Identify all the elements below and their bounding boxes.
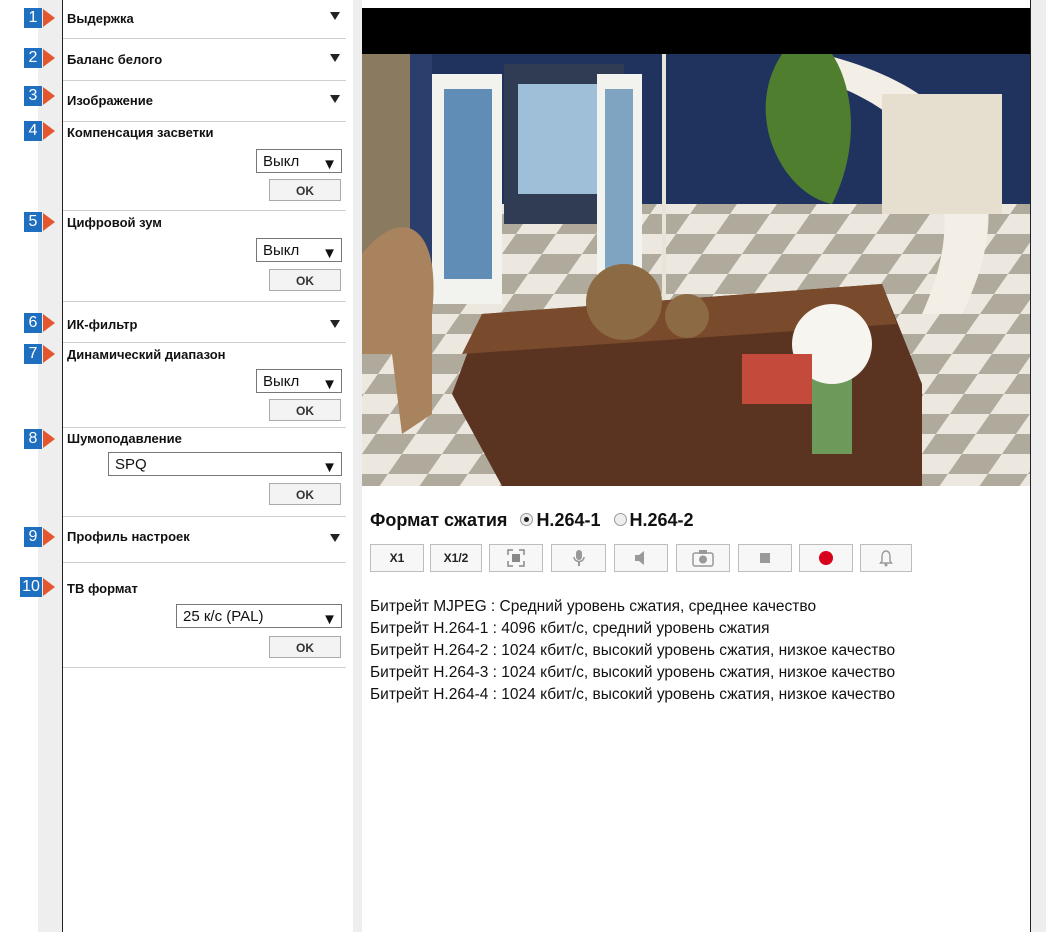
- digital-zoom-select[interactable]: Выкл ▼: [256, 238, 342, 262]
- chevron-down-icon: ▼: [322, 376, 337, 393]
- compression-format-label: Формат сжатия: [370, 510, 508, 530]
- callout-arrow-5: [43, 213, 55, 231]
- section-title-profile: Профиль настроек: [67, 529, 190, 544]
- callout-badge-6: 6: [24, 313, 42, 333]
- speaker-button[interactable]: [614, 544, 668, 572]
- expand-triangle-icon[interactable]: [330, 12, 340, 20]
- section-title-image: Изображение: [67, 93, 153, 108]
- radio-h264-1[interactable]: [520, 512, 534, 526]
- video-top-bar: [362, 8, 1030, 54]
- stop-button[interactable]: [738, 544, 792, 572]
- bitrate-line-h264-3: Битрейт H.264-3 : 1024 кбит/с, высокий у…: [370, 664, 896, 681]
- expand-triangle-icon[interactable]: [330, 320, 340, 328]
- radio-h264-2[interactable]: [613, 512, 627, 526]
- section-white-balance[interactable]: Баланс белого: [63, 39, 346, 81]
- section-title-dynamic-range: Динамический диапазон: [67, 347, 226, 362]
- chevron-down-icon: ▼: [322, 156, 337, 173]
- bitrate-line-mjpeg: Битрейт MJPEG : Средний уровень сжатия, …: [370, 598, 817, 615]
- section-title-noise-reduction: Шумоподавление: [67, 431, 182, 446]
- chevron-down-icon: ▼: [322, 245, 337, 262]
- callout-badge-1: 1: [24, 8, 42, 28]
- microphone-button[interactable]: [551, 544, 606, 572]
- tv-format-select[interactable]: 25 к/с (PAL) ▼: [176, 604, 342, 628]
- section-backlight: Компенсация засветки Выкл ▼ OK: [63, 122, 346, 211]
- section-title-backlight: Компенсация засветки: [67, 125, 214, 140]
- bell-icon: [879, 550, 893, 567]
- section-title-exposure: Выдержка: [67, 11, 134, 26]
- callout-badge-7: 7: [24, 344, 42, 364]
- compression-format-row: Формат сжатия H.264-1 H.264-2: [370, 510, 694, 531]
- chevron-down-icon: ▼: [322, 459, 337, 476]
- noise-reduction-select-value: SPQ: [115, 456, 147, 473]
- callout-badge-10: 10: [20, 577, 42, 597]
- section-profile[interactable]: Профиль настроек: [63, 517, 346, 563]
- alarm-button[interactable]: [860, 544, 912, 572]
- noise-reduction-ok-button[interactable]: OK: [269, 483, 341, 505]
- section-title-tv-format: ТВ формат: [67, 581, 138, 596]
- dynamic-range-ok-button[interactable]: OK: [269, 399, 341, 421]
- digital-zoom-ok-button[interactable]: OK: [269, 269, 341, 291]
- expand-triangle-icon[interactable]: [330, 534, 340, 542]
- dynamic-range-select-value: Выкл: [263, 373, 300, 390]
- live-video-frame: [362, 54, 1030, 486]
- section-ir-filter[interactable]: ИК-фильтр: [63, 302, 346, 343]
- microphone-icon: [572, 550, 585, 566]
- callout-badge-2: 2: [24, 48, 42, 68]
- callout-badge-5: 5: [24, 212, 42, 232]
- callout-arrow-10: [43, 578, 55, 596]
- section-exposure[interactable]: Выдержка: [63, 0, 346, 39]
- callout-arrow-3: [43, 87, 55, 105]
- section-digital-zoom: Цифровой зум Выкл ▼ OK: [63, 211, 346, 302]
- bitrate-line-h264-2: Битрейт H.264-2 : 1024 кбит/с, высокий у…: [370, 642, 896, 659]
- tv-format-select-value: 25 к/с (PAL): [183, 608, 264, 625]
- callout-arrow-8: [43, 430, 55, 448]
- section-image[interactable]: Изображение: [63, 81, 346, 122]
- zoom-x12-button[interactable]: X1/2: [430, 544, 482, 572]
- noise-reduction-select[interactable]: SPQ ▼: [108, 452, 342, 476]
- snapshot-button[interactable]: [676, 544, 730, 572]
- callout-arrow-6: [43, 314, 55, 332]
- dynamic-range-select[interactable]: Выкл ▼: [256, 369, 342, 393]
- expand-triangle-icon[interactable]: [330, 54, 340, 62]
- record-icon: [819, 551, 833, 565]
- fullscreen-button[interactable]: [489, 544, 543, 572]
- tv-format-ok-button[interactable]: OK: [269, 636, 341, 658]
- record-button[interactable]: [799, 544, 853, 572]
- option-h264-1-label[interactable]: H.264-1: [536, 510, 600, 530]
- chevron-down-icon: ▼: [322, 611, 337, 628]
- section-noise-reduction: Шумоподавление SPQ ▼ OK: [63, 428, 346, 517]
- callout-arrow-2: [43, 49, 55, 67]
- callout-arrow-7: [43, 345, 55, 363]
- expand-triangle-icon[interactable]: [330, 95, 340, 103]
- section-title-digital-zoom: Цифровой зум: [67, 215, 162, 230]
- live-video-view[interactable]: [362, 54, 1030, 486]
- callout-badge-3: 3: [24, 86, 42, 106]
- backlight-ok-button[interactable]: OK: [269, 179, 341, 201]
- backlight-select-value: Выкл: [263, 153, 300, 170]
- option-h264-2-label[interactable]: H.264-2: [630, 510, 694, 530]
- gap-shade: [353, 0, 362, 932]
- bitrate-line-h264-4: Битрейт H.264-4 : 1024 кбит/с, высокий у…: [370, 686, 896, 703]
- section-dynamic-range: Динамический диапазон Выкл ▼ OK: [63, 343, 346, 428]
- section-title-white-balance: Баланс белого: [67, 52, 163, 67]
- callout-arrow-9: [43, 528, 55, 546]
- section-title-ir-filter: ИК-фильтр: [67, 317, 138, 332]
- backlight-select[interactable]: Выкл ▼: [256, 149, 342, 173]
- camera-icon: [692, 550, 714, 567]
- right-shade: [1031, 0, 1046, 932]
- callout-badge-8: 8: [24, 429, 42, 449]
- callout-arrow-4: [43, 122, 55, 140]
- callout-badge-9: 9: [24, 527, 42, 547]
- callout-arrow-1: [43, 9, 55, 27]
- stop-icon: [760, 553, 770, 563]
- digital-zoom-select-value: Выкл: [263, 242, 300, 259]
- callout-badge-4: 4: [24, 121, 42, 141]
- zoom-x1-button[interactable]: X1: [370, 544, 424, 572]
- fullscreen-icon: [507, 549, 525, 567]
- bitrate-line-h264-1: Битрейт H.264-1 : 4096 кбит/с, средний у…: [370, 620, 770, 637]
- speaker-icon: [635, 551, 644, 565]
- section-tv-format: ТВ формат 25 к/с (PAL) ▼ OK: [63, 563, 346, 668]
